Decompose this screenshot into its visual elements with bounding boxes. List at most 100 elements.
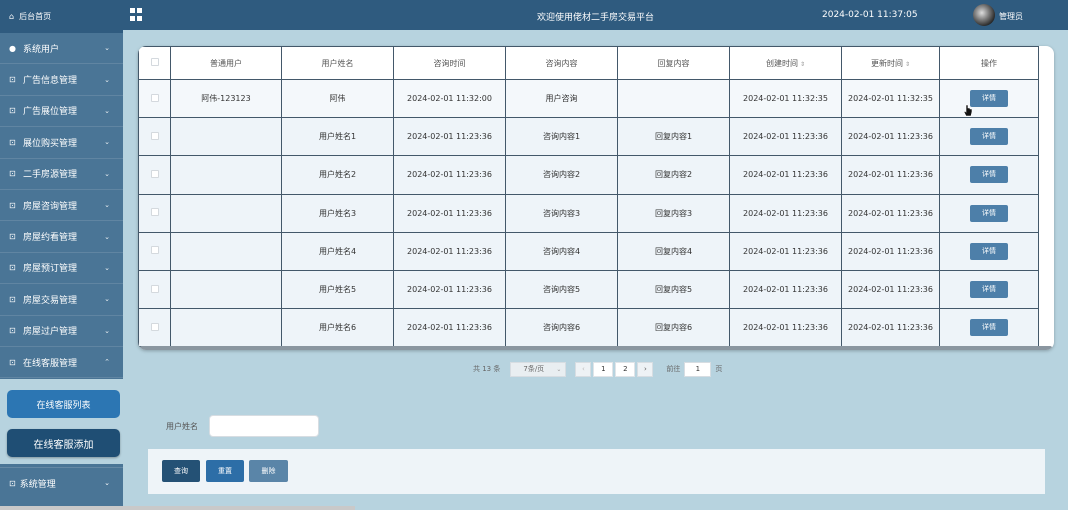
detail-button[interactable]: 详情 (970, 281, 1008, 299)
col-header-sortable[interactable]: 创建时间 ⇕ (729, 46, 842, 80)
page-number-2[interactable]: 2 (615, 361, 636, 377)
page-size-select[interactable]: 7条/页 ⌄ (510, 361, 567, 377)
cell-content: 咨询内容1 (505, 117, 618, 157)
sidebar-item-1[interactable]: ⊡ 广告信息管理 ⌄ (0, 64, 123, 96)
horizontal-scrollbar[interactable] (140, 346, 1052, 350)
row-checkbox[interactable] (138, 269, 171, 310)
doc-icon: ⊡ (9, 232, 16, 242)
chevron-down-icon: ⌄ (104, 138, 110, 147)
sort-icon[interactable]: ⇕ (800, 61, 805, 68)
row-checkbox[interactable] (138, 78, 171, 119)
mouse-cursor-icon (963, 104, 973, 117)
sidebar-item-label: 展位购买管理 (23, 138, 78, 149)
cell-created: 2024-02-01 11:23:36 (729, 117, 842, 157)
row-checkbox[interactable] (138, 308, 171, 348)
col-header-label: 创建时间 (765, 58, 798, 68)
query-button[interactable]: 查询 (162, 460, 200, 482)
page-number-1[interactable]: 1 (593, 361, 614, 377)
page-title: 欢迎使用佬材二手房交易平台 (536, 13, 654, 23)
detail-button[interactable]: 详情 (970, 204, 1008, 222)
goto-label: 前往 (666, 365, 681, 373)
cell-reply: 回复内容1 (617, 117, 730, 157)
cell-user: 阿伟-123123 (170, 78, 282, 119)
cell-name: 用户姓名5 (281, 269, 394, 310)
cell-time: 2024-02-01 11:23:36 (393, 308, 506, 348)
cell-user (170, 117, 282, 157)
row-checkbox[interactable] (138, 231, 171, 271)
sidebar-item-2[interactable]: ⊡ 广告展位管理 ⌄ (0, 96, 123, 128)
avatar[interactable] (973, 4, 995, 26)
cell-time: 2024-02-01 11:23:36 (393, 155, 506, 195)
table-header-row: 普通用户 用户姓名 咨询时间 咨询内容 回复内容 创建时间 ⇕ 更新时间 ⇕ 操作 (138, 46, 1039, 80)
cell-updated: 2024-02-01 11:23:36 (841, 155, 940, 195)
sidebar-item-6[interactable]: ⊡ 房屋约看管理 ⌄ (0, 221, 123, 253)
sidebar-item-7[interactable]: ⊡ 房屋预订管理 ⌄ (0, 253, 123, 285)
cell-time: 2024-02-01 11:23:36 (393, 231, 506, 271)
cell-content: 咨询内容3 (505, 193, 618, 233)
detail-button[interactable]: 详情 (970, 242, 1008, 260)
cell-created: 2024-02-01 11:23:36 (729, 155, 842, 195)
sidebar-sub-item-add[interactable]: 在线客服添加 (7, 429, 120, 457)
col-header: 咨询时间 (393, 46, 506, 80)
cell-content: 用户咨询 (505, 78, 618, 119)
chevron-down-icon: ⌄ (104, 263, 110, 272)
table-row: 用户姓名1 2024-02-01 11:23:36 咨询内容1 回复内容1 2024-0… (138, 117, 1039, 157)
sidebar-item-4[interactable]: ⊡ 二手房源管理 ⌄ (0, 159, 123, 190)
sidebar-item-5[interactable]: ⊡ 房屋咨询管理 ⌄ (0, 190, 123, 222)
sidebar-item-label: 房屋咨询管理 (23, 201, 78, 212)
doc-icon: ⊡ (9, 200, 16, 210)
cell-reply: 回复内容3 (617, 193, 730, 233)
cell-action: 详情 (939, 193, 1039, 233)
table-row: 用户姓名2 2024-02-01 11:23:36 咨询内容2 回复内容2 2024-0… (138, 155, 1039, 195)
cell-updated: 2024-02-01 11:32:35 (841, 78, 940, 119)
prev-page-button[interactable]: ‹ (575, 361, 592, 377)
doc-icon: ⊡ (9, 478, 16, 488)
sidebar-sub-item-list[interactable]: 在线客服列表 (7, 390, 120, 418)
chevron-down-icon: ⌄ (104, 106, 110, 115)
sidebar-item-10[interactable]: ⊡ 在线客服管理 ⌃ (0, 347, 123, 379)
detail-button[interactable]: 详情 (970, 166, 1008, 184)
cell-created: 2024-02-01 11:23:36 (729, 193, 842, 233)
delete-button[interactable]: 删除 (249, 460, 288, 482)
sidebar-item-label: 系统用户 (23, 44, 60, 55)
col-header: 普通用户 (170, 46, 282, 80)
row-checkbox[interactable] (138, 117, 171, 157)
cell-content: 咨询内容2 (505, 155, 618, 195)
sort-icon[interactable]: ⇕ (905, 61, 910, 68)
goto-suffix: 页 (715, 365, 723, 373)
reset-button[interactable]: 重置 (206, 460, 244, 482)
cell-action: 详情 (939, 231, 1039, 271)
goto-page-input[interactable]: 1 (684, 361, 712, 377)
select-all-checkbox[interactable] (138, 46, 171, 80)
sidebar-item-0[interactable]: ● 系统用户 ⌄ (0, 33, 123, 65)
sidebar-item-label: 房屋过户管理 (23, 327, 78, 338)
sidebar-item-8[interactable]: ⊡ 房屋交易管理 ⌄ (0, 284, 123, 316)
sidebar-item-9[interactable]: ⊡ 房屋过户管理 ⌄ (0, 316, 123, 347)
sidebar-home[interactable]: ⌂ 后台首页 (0, 0, 123, 33)
cell-time: 2024-02-01 11:23:36 (393, 269, 506, 310)
sidebar-home-label: 后台首页 (19, 12, 52, 21)
pagination: 共 13 条 7条/页 ⌄ ‹ 1 2 › 前往 1 页 (473, 361, 722, 377)
cell-updated: 2024-02-01 11:23:36 (841, 117, 940, 157)
doc-icon: ⊡ (9, 137, 16, 147)
sidebar-item-3[interactable]: ⊡ 展位购买管理 ⌄ (0, 127, 123, 159)
sidebar-item-label: 房屋预订管理 (23, 264, 78, 275)
col-header-sortable[interactable]: 更新时间 ⇕ (841, 46, 940, 80)
table-row: 用户姓名4 2024-02-01 11:23:36 咨询内容4 回复内容4 2024-0… (138, 231, 1039, 271)
cell-created: 2024-02-01 11:32:35 (729, 78, 842, 119)
search-input[interactable] (209, 415, 319, 437)
user-name[interactable]: 管理员 (999, 11, 1023, 22)
detail-button[interactable]: 详情 (970, 128, 1008, 146)
sidebar-item-label: 系统管理 (19, 479, 56, 490)
next-page-button[interactable]: › (637, 361, 654, 377)
doc-icon: ⊡ (9, 106, 16, 116)
sidebar-item-label: 房屋约看管理 (23, 233, 78, 244)
detail-button[interactable]: 详情 (970, 319, 1008, 337)
col-header: 咨询内容 (505, 46, 618, 80)
action-bar: 查询 重置 删除 (148, 449, 1045, 494)
cell-time: 2024-02-01 11:23:36 (393, 193, 506, 233)
row-checkbox[interactable] (138, 155, 171, 195)
detail-button[interactable]: 详情 (970, 90, 1008, 108)
row-checkbox[interactable] (138, 193, 171, 233)
sidebar-item-system[interactable]: ⊡ 系统管理 ⌄ (0, 467, 123, 498)
